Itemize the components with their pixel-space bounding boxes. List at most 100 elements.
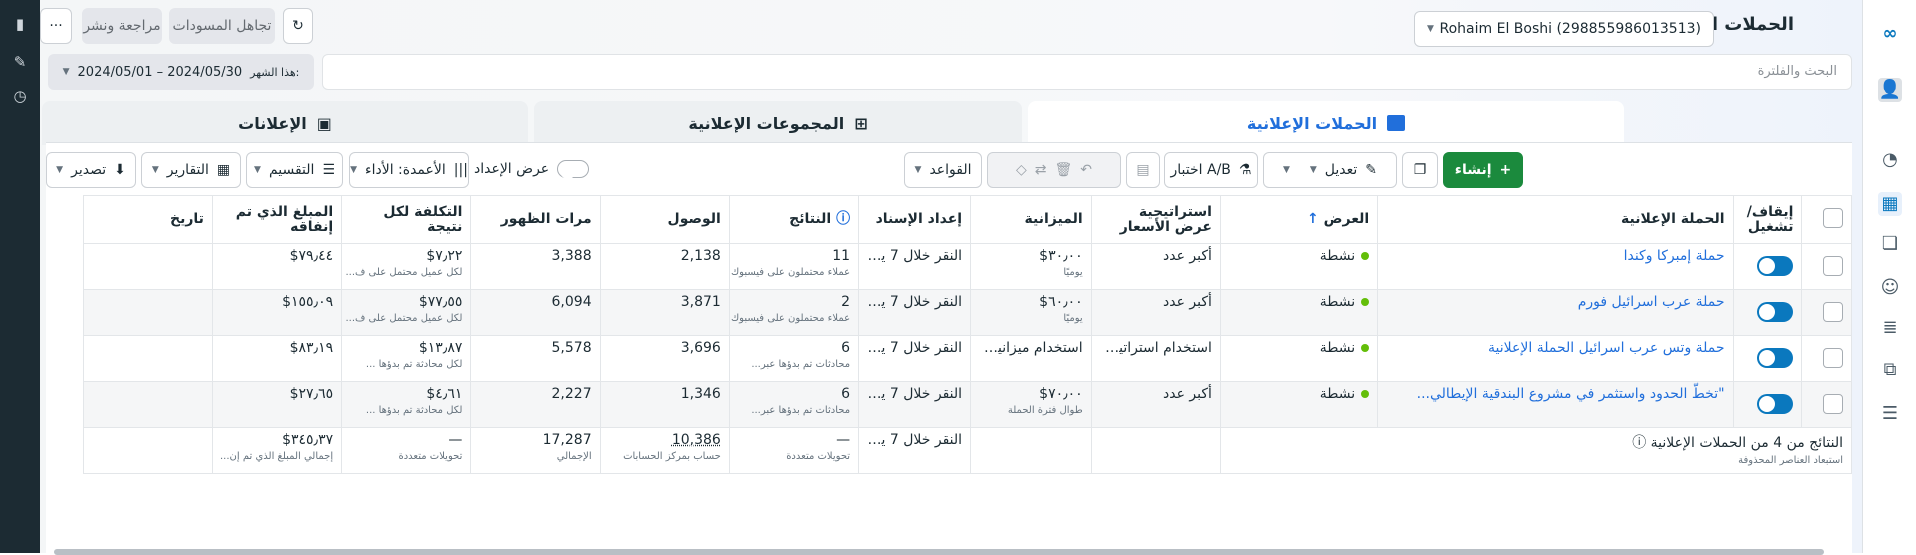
- col-results[interactable]: ⓘ النتائج: [728, 195, 860, 244]
- export-button[interactable]: ▼ تصدير ⬇: [46, 152, 136, 188]
- reports-button[interactable]: ▼ التقارير ▦: [141, 152, 241, 188]
- campaign-name-cell: حملة وتس عرب اسرائيل الحملة الإعلانية: [1377, 335, 1734, 382]
- col-results-label: النتائج: [789, 211, 832, 227]
- tab-adsets[interactable]: المجموعات الإعلانية ⊞: [534, 101, 1022, 145]
- tab-campaigns[interactable]: الحملات الإعلانية: [1028, 101, 1624, 145]
- budget-cell: ٣٠٫٠٠$ يوميًا: [970, 243, 1092, 290]
- spent-value: ٢٧٫٦٥$: [289, 386, 334, 402]
- setup-view-toggle[interactable]: عرض الإعداد: [474, 160, 590, 179]
- campaign-name-link[interactable]: "تخطّ الحدود واستثمر في مشروع البندقية ا…: [1417, 386, 1725, 402]
- tag-icon[interactable]: ◇: [1016, 162, 1027, 178]
- row-toggle-cell: [1732, 243, 1803, 290]
- search-input[interactable]: البحث والفلترة: [322, 54, 1852, 90]
- col-delivery-label: العرض: [1323, 211, 1370, 227]
- budget-value: ٣٠٫٠٠$: [1039, 248, 1083, 264]
- summary-label-cell: النتائج من 4 من الحملات الإعلانية ⓘ استبع…: [1219, 427, 1853, 474]
- info-icon: ⓘ: [836, 211, 851, 227]
- date-cell: [82, 381, 213, 428]
- discard-drafts-button[interactable]: تجاهل المسودات: [169, 8, 275, 44]
- row-checkbox[interactable]: [1823, 348, 1843, 368]
- database-icon[interactable]: ≣: [1878, 316, 1902, 340]
- account-selector[interactable]: ▼ Rohaim El Boshi (298855986013513): [1414, 11, 1714, 47]
- on-off-toggle[interactable]: [1757, 348, 1794, 368]
- attribution: النقر خلال 7 يوم...: [860, 386, 963, 402]
- col-attribution[interactable]: إعداد الإسناد: [858, 195, 972, 244]
- catalog-icon[interactable]: ⧉: [1878, 358, 1902, 382]
- avatar[interactable]: 👤: [1878, 78, 1902, 102]
- table-row[interactable]: حملة عرب اسرائيل فورم نشطة أكبر عدد ٦٠٫٠٠$ ي…: [47, 289, 1852, 336]
- col-budget[interactable]: الميزانية: [970, 195, 1092, 244]
- ab-test-button[interactable]: اختبار A/B ⚗: [1164, 152, 1258, 188]
- on-off-toggle[interactable]: [1757, 256, 1794, 276]
- row-checkbox[interactable]: [1823, 302, 1843, 322]
- undo-icon[interactable]: ↶: [1080, 162, 1092, 178]
- bid-cell: استخدام استراتيجي...: [1090, 335, 1221, 382]
- row-checkbox[interactable]: [1823, 394, 1843, 414]
- edit-button[interactable]: ▼ ▼ تعديل ✎: [1263, 152, 1397, 188]
- select-all-checkbox[interactable]: [1823, 207, 1843, 228]
- cpr-sub: لكل عميل محتمل على ف...: [345, 267, 463, 278]
- col-reach[interactable]: الوصول: [599, 195, 730, 244]
- table-row[interactable]: حملة إمبركا وكندا نشطة أكبر عدد ٣٠٫٠٠$ يوميً…: [47, 243, 1852, 290]
- audience-icon[interactable]: ☺: [1878, 276, 1902, 300]
- horizontal-scrollbar[interactable]: [54, 549, 1824, 555]
- attribution-cell: النقر خلال 7 يوم...: [858, 335, 972, 382]
- summary-impressions-value: 17,287: [542, 432, 592, 448]
- reports-label: التقارير: [166, 162, 209, 178]
- col-bid-strategy[interactable]: استراتيجية عرض الأسعار: [1090, 195, 1221, 244]
- on-off-toggle[interactable]: [1757, 394, 1794, 414]
- refresh-button[interactable]: ↻: [283, 8, 313, 44]
- col-toggle[interactable]: إيقاف/تشغيل: [1732, 195, 1803, 244]
- breakdown-icon: ☰: [322, 162, 335, 178]
- col-campaign[interactable]: الحملة الإعلانية: [1377, 195, 1734, 244]
- row-select-cell: [1801, 289, 1852, 336]
- plus-icon: +: [1499, 162, 1512, 178]
- meta-logo-icon[interactable]: ∞: [1878, 22, 1902, 46]
- account-name: Rohaim El Boshi (298855986013513): [1439, 21, 1702, 37]
- date-range: 2024/05/01 – 2024/05/30: [77, 64, 243, 80]
- gauge-icon[interactable]: ◔: [1878, 148, 1902, 172]
- date-range-picker[interactable]: ▼ 2024/05/01 – 2024/05/30 هذا الشهر:: [48, 54, 314, 90]
- summary-reach: 10,386 حساب بمركز الحسابات: [599, 427, 730, 474]
- table-row[interactable]: حملة وتس عرب اسرائيل الحملة الإعلانية نشط…: [47, 335, 1852, 382]
- summary-spent-sub: إجمالي المبلغ الذي تم إن...: [220, 451, 334, 462]
- breakdown-button[interactable]: ▼ التقسيم ☰: [246, 152, 343, 188]
- trash-icon[interactable]: 🗑: [1055, 162, 1073, 178]
- clipboard-button[interactable]: ▤: [1126, 152, 1160, 188]
- col-delivery[interactable]: العرض ↑: [1219, 195, 1379, 244]
- col-date[interactable]: تاريخ: [82, 195, 213, 244]
- col-impressions[interactable]: مرات الظهور: [470, 195, 601, 244]
- chart-bars-icon[interactable]: ▮: [10, 14, 30, 34]
- on-off-toggle[interactable]: [1757, 302, 1794, 322]
- impressions-value: 5,578: [551, 340, 592, 356]
- rules-button[interactable]: ▼ القواعد: [904, 152, 982, 188]
- budget-sub: طوال فترة الحملة: [1007, 405, 1083, 416]
- review-publish-button[interactable]: مراجعة ونشر: [82, 8, 162, 44]
- columns-button[interactable]: ▼ الأعمدة: الأداء |||: [349, 152, 469, 188]
- campaign-name-link[interactable]: حملة عرب اسرائيل فورم: [1578, 294, 1725, 310]
- row-checkbox[interactable]: [1823, 256, 1843, 276]
- duplicate-button[interactable]: ❐: [1402, 152, 1438, 188]
- summary-budget: [970, 427, 1092, 474]
- date-cell: [82, 243, 213, 290]
- more-options-button[interactable]: ···: [40, 8, 72, 44]
- clock-icon[interactable]: ◷: [10, 86, 30, 106]
- menu-icon[interactable]: ☰: [1878, 402, 1902, 426]
- pencil-icon[interactable]: ✎: [10, 52, 30, 72]
- col-cost-per-result[interactable]: التكلفة لكل نتيجة: [341, 195, 472, 244]
- table-header-row: إيقاف/تشغيل الحملة الإعلانية العرض ↑ است…: [47, 195, 1852, 244]
- spent-cell: ٧٩٫٤٤$: [211, 243, 343, 290]
- share-icon[interactable]: ⇄: [1035, 162, 1047, 178]
- campaign-name-link[interactable]: حملة إمبركا وكندا: [1624, 248, 1725, 264]
- spent-value: ١٥٥٫٠٩$: [282, 294, 334, 310]
- reach-value: 3,696: [680, 340, 721, 356]
- table-row[interactable]: "تخطّ الحدود واستثمر في مشروع البندقية ا…: [47, 381, 1852, 428]
- summary-bid: [1090, 427, 1221, 474]
- col-amount-spent[interactable]: المبلغ الذي تم إنفاقه: [211, 195, 343, 244]
- table-icon[interactable]: ▦: [1878, 192, 1902, 216]
- pages-icon[interactable]: ❏: [1878, 232, 1902, 256]
- campaign-name-link[interactable]: حملة وتس عرب اسرائيل الحملة الإعلانية: [1488, 340, 1725, 356]
- create-button[interactable]: إنشاء +: [1443, 152, 1523, 188]
- tab-ads[interactable]: الإعلانات ▣: [42, 101, 528, 145]
- toggle-switch[interactable]: [557, 160, 590, 179]
